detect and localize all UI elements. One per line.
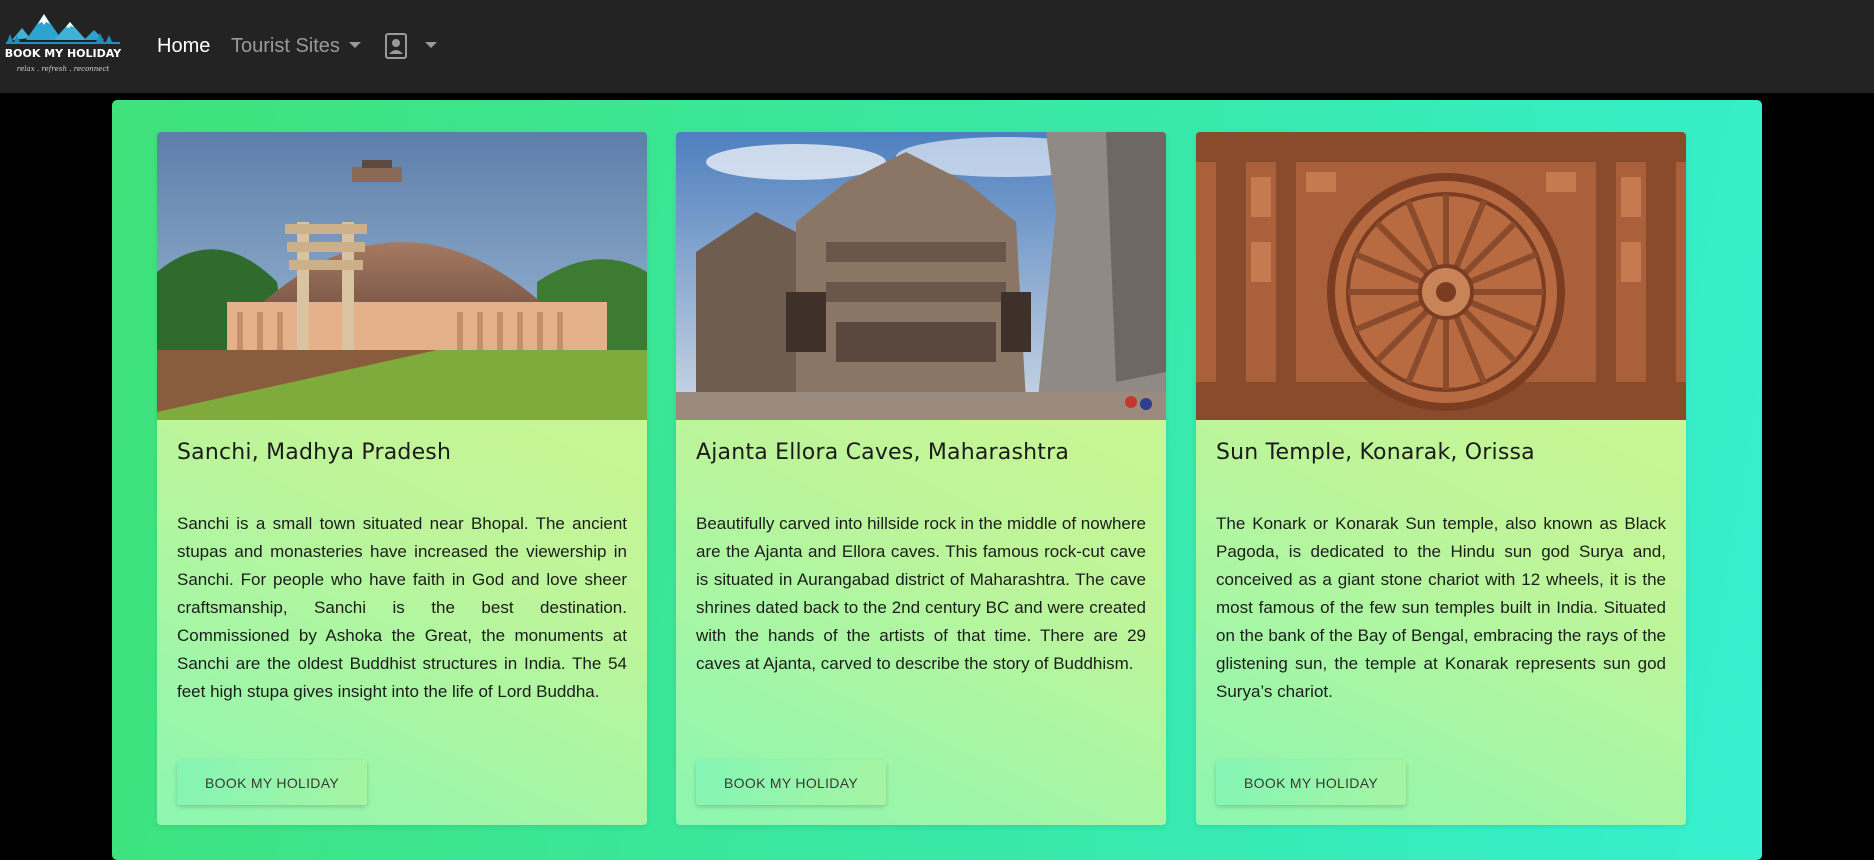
tourist-site-card: Ajanta Ellora Caves, Maharashtra Beautif…: [676, 132, 1166, 825]
user-contact-icon: [385, 33, 407, 59]
card-image-konark: [1196, 132, 1686, 420]
user-menu-dropdown[interactable]: [385, 31, 437, 61]
nav-tourist-sites-label: Tourist Sites: [231, 35, 340, 57]
nav-tourist-sites-dropdown[interactable]: Tourist Sites: [231, 33, 361, 59]
card-description: Beautifully carved into hillside rock in…: [696, 514, 1146, 673]
chevron-down-icon: [348, 42, 361, 49]
card-title: Sun Temple, Konarak, Orissa: [1216, 440, 1535, 465]
tourist-site-card: Sanchi, Madhya Pradesh Sanchi is a small…: [157, 132, 647, 825]
card-title: Ajanta Ellora Caves, Maharashtra: [696, 440, 1070, 465]
navbar: BOOK MY HOLIDAY relax . refresh . reconn…: [0, 0, 1874, 93]
card-description: The Konark or Konarak Sun temple, also k…: [1216, 514, 1666, 701]
mountain-logo-icon: BOOK MY HOLIDAY relax . refresh . reconn…: [5, 14, 122, 73]
nav-home-link[interactable]: Home: [157, 33, 210, 59]
book-my-holiday-button[interactable]: BOOK MY HOLIDAY: [696, 760, 886, 805]
chevron-down-icon: [425, 41, 437, 48]
brand-logo[interactable]: BOOK MY HOLIDAY relax . refresh . reconn…: [4, 8, 124, 80]
book-my-holiday-button[interactable]: BOOK MY HOLIDAY: [177, 760, 367, 805]
card-description: Sanchi is a small town situated near Bho…: [177, 514, 627, 701]
book-my-holiday-button[interactable]: BOOK MY HOLIDAY: [1216, 760, 1406, 805]
card-title: Sanchi, Madhya Pradesh: [177, 440, 452, 465]
tourist-site-card: Sun Temple, Konarak, Orissa The Konark o…: [1196, 132, 1686, 825]
logo-text: BOOK MY HOLIDAY: [5, 47, 122, 60]
card-image-sanchi: [157, 132, 647, 420]
card-image-ellora: [676, 132, 1166, 420]
logo-tagline: relax . refresh . reconnect: [17, 65, 110, 73]
